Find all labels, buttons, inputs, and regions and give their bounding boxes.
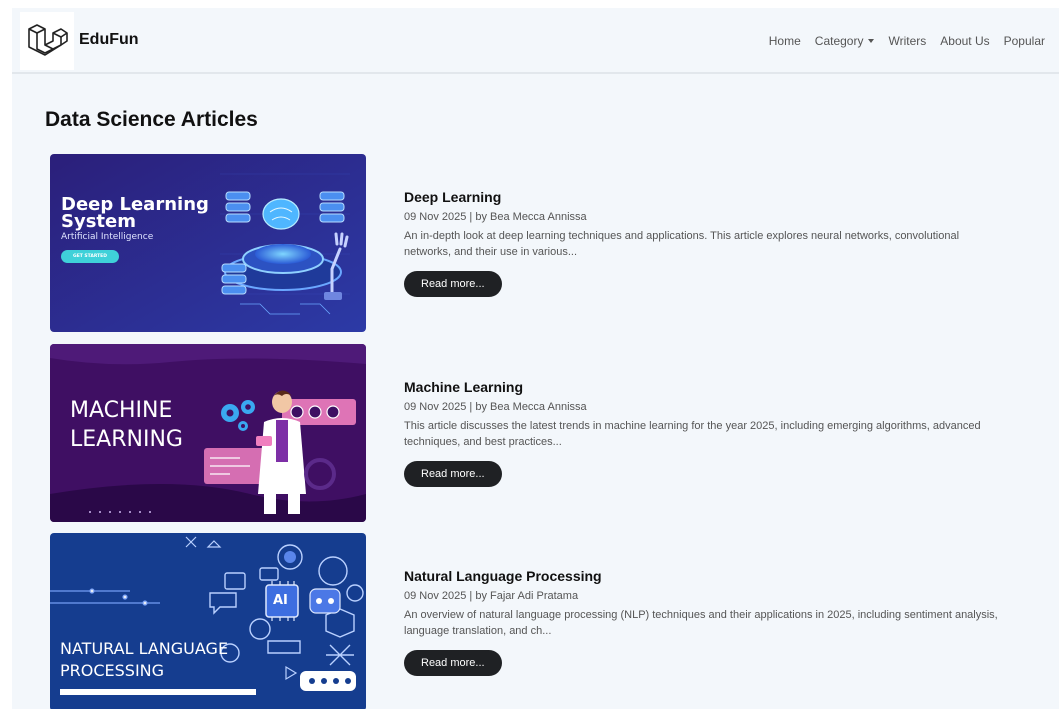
article-info: Deep Learning 09 Nov 2025 | by Bea Mecca… [404, 189, 1004, 297]
nav-home[interactable]: Home [769, 34, 801, 48]
read-more-button[interactable]: Read more... [404, 461, 502, 487]
article-description: This article discusses the latest trends… [404, 420, 981, 448]
read-more-button[interactable]: Read more... [404, 650, 502, 676]
article-info: Natural Language Processing 09 Nov 2025 … [404, 568, 1004, 676]
laravel-logo-icon [28, 24, 68, 56]
article-meta: 09 Nov 2025 | by Bea Mecca Annissa [404, 401, 587, 413]
caret-down-icon [868, 38, 875, 43]
article-title[interactable]: Machine Learning [404, 379, 1004, 395]
article-info: Machine Learning 09 Nov 2025 | by Bea Me… [404, 379, 1004, 487]
brand-logo[interactable] [20, 12, 74, 70]
article-meta: 09 Nov 2025 | by Bea Mecca Annissa [404, 211, 587, 223]
nav-popular[interactable]: Popular [1004, 34, 1045, 48]
navbar: EduFun Home Category Writers About Us Po… [12, 8, 1059, 74]
thumb-ai-badge: AI [273, 593, 288, 608]
nav-category[interactable]: Category [815, 34, 875, 48]
article-title[interactable]: Natural Language Processing [404, 568, 1004, 584]
nlp-illustration [50, 533, 366, 709]
thumb-title-line2: LEARNING [70, 427, 183, 452]
thumb-title-line1: MACHINE [70, 398, 173, 423]
article-description: An in-depth look at deep learning techni… [404, 230, 960, 258]
nav-category-label: Category [814, 34, 864, 48]
read-more-button[interactable]: Read more... [404, 271, 502, 297]
nav-writers[interactable]: Writers [888, 34, 926, 48]
article-description: An overview of natural language processi… [404, 609, 998, 637]
page-title: Data Science Articles [45, 108, 258, 131]
article-thumbnail[interactable]: MACHINE LEARNING [50, 344, 366, 522]
thumb-title-line2: PROCESSING [60, 661, 165, 680]
thumb-title-line2: System [61, 211, 136, 232]
thumb-title-line1: NATURAL LANGUAGE [60, 639, 229, 658]
article-title[interactable]: Deep Learning [404, 189, 1004, 205]
nav-menu: Home Category Writers About Us Popular [769, 34, 1045, 48]
page: EduFun Home Category Writers About Us Po… [12, 8, 1059, 709]
nav-about[interactable]: About Us [940, 34, 989, 48]
article-thumbnail[interactable]: AI NATURAL LANGUAGE PROCESSING [50, 533, 366, 709]
thumb-get-started-badge: GET STARTED [61, 250, 119, 263]
deep-learning-illustration [50, 154, 366, 332]
article-thumbnail[interactable]: Deep Learning System Artificial Intellig… [50, 154, 366, 332]
article-card: Deep Learning System Artificial Intellig… [50, 154, 1050, 332]
article-card: AI NATURAL LANGUAGE PROCESSING Natural L… [50, 533, 1050, 709]
article-meta: 09 Nov 2025 | by Fajar Adi Pratama [404, 590, 579, 602]
article-card: MACHINE LEARNING Machine Learning 09 Nov… [50, 344, 1050, 522]
brand-name[interactable]: EduFun [79, 31, 139, 49]
thumb-subtitle: Artificial Intelligence [61, 232, 154, 242]
